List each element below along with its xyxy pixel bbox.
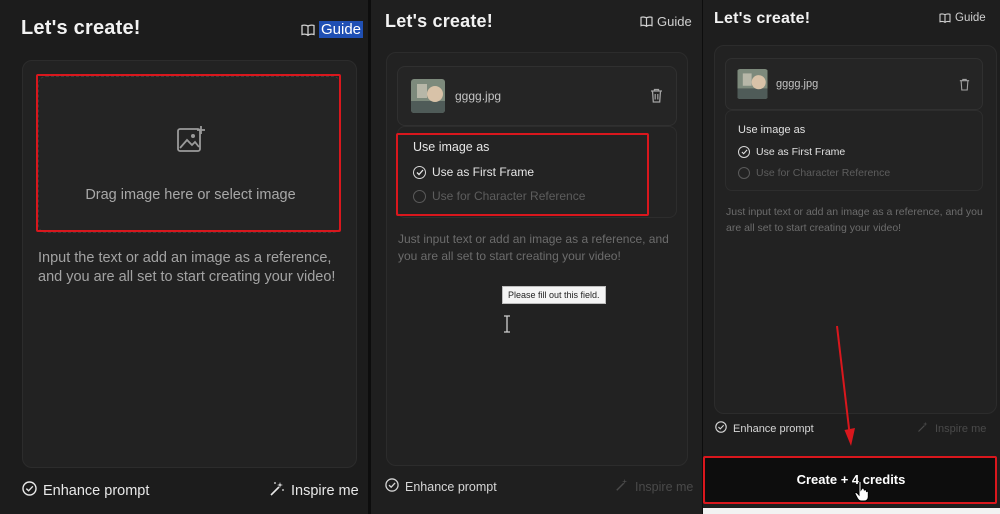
image-thumbnail <box>411 79 445 113</box>
annotation-highlight <box>396 133 649 216</box>
page-title: Let's create! <box>385 11 493 31</box>
magic-wand-icon <box>269 481 285 501</box>
annotation-arrow-icon <box>831 325 861 455</box>
magic-wand-icon <box>615 478 629 495</box>
book-icon <box>939 13 951 23</box>
enhance-prompt-toggle[interactable]: Enhance prompt <box>385 478 497 495</box>
option-character-reference[interactable]: Use for Character Reference <box>738 167 890 179</box>
prompt-input[interactable]: Just input text or add an image as a ref… <box>398 231 683 265</box>
guide-link[interactable]: Guide <box>939 12 986 24</box>
guide-label: Guide <box>955 12 986 24</box>
option-label: Use as First Frame <box>756 146 846 158</box>
page-title: Let's create! <box>21 17 141 39</box>
option-label: Use for Character Reference <box>756 167 891 179</box>
panel-upload-empty: Let's create! Guide Drag image here or s… <box>0 0 368 514</box>
guide-label: Guide <box>319 21 364 38</box>
text-cursor-icon <box>502 315 512 338</box>
image-thumbnail <box>737 69 768 99</box>
annotation-highlight <box>703 456 997 504</box>
inspire-label: Inspire me <box>291 483 359 499</box>
book-icon <box>301 23 315 36</box>
use-image-as-label: Use image as <box>738 124 806 136</box>
enhance-label: Enhance prompt <box>43 482 150 499</box>
enhance-label: Enhance prompt <box>405 479 497 494</box>
uploaded-file-row: gggg.jpg <box>725 58 983 110</box>
trash-icon[interactable] <box>959 78 970 96</box>
magic-wand-icon <box>917 421 929 436</box>
file-name: gggg.jpg <box>455 89 502 103</box>
inspire-label: Inspire me <box>635 479 694 494</box>
prompt-card: gggg.jpg Use image as Use as First Frame… <box>386 52 688 466</box>
enhance-label: Enhance prompt <box>733 422 814 435</box>
panel-create: Let's create! Guide gggg.jpg Use image a… <box>703 0 1000 514</box>
file-name: gggg.jpg <box>776 78 819 90</box>
guide-link[interactable]: Guide <box>640 14 692 29</box>
trash-icon[interactable] <box>650 88 663 108</box>
uploaded-file-row: gggg.jpg <box>397 66 677 126</box>
option-first-frame[interactable]: Use as First Frame <box>738 146 845 158</box>
hand-pointer-icon <box>854 480 870 507</box>
validation-tooltip: Please fill out this field. <box>502 286 606 304</box>
prompt-input[interactable]: Just input text or add an image as a ref… <box>726 204 988 236</box>
prompt-input[interactable]: Input the text or add an image as a refe… <box>38 249 348 287</box>
radio-checked-icon <box>738 146 750 158</box>
check-circle-icon <box>715 421 727 436</box>
check-circle-icon <box>385 478 399 495</box>
page-bottom-strip <box>703 508 1000 514</box>
inspire-button[interactable]: Inspire me <box>615 478 693 495</box>
page-title: Let's create! <box>714 10 811 27</box>
enhance-prompt-toggle[interactable]: Enhance prompt <box>715 421 814 436</box>
book-icon <box>640 16 653 27</box>
inspire-button[interactable]: Inspire me <box>917 421 986 436</box>
guide-link[interactable]: Guide <box>301 21 364 38</box>
enhance-prompt-toggle[interactable]: Enhance prompt <box>22 481 149 500</box>
panel-image-options: Let's create! Guide gggg.jpg Use image a… <box>371 0 702 514</box>
check-circle-icon <box>22 481 37 500</box>
radio-unchecked-icon <box>738 167 750 179</box>
guide-label: Guide <box>657 14 692 29</box>
inspire-label: Inspire me <box>935 422 987 435</box>
annotation-highlight <box>36 74 341 232</box>
inspire-button[interactable]: Inspire me <box>269 481 359 501</box>
